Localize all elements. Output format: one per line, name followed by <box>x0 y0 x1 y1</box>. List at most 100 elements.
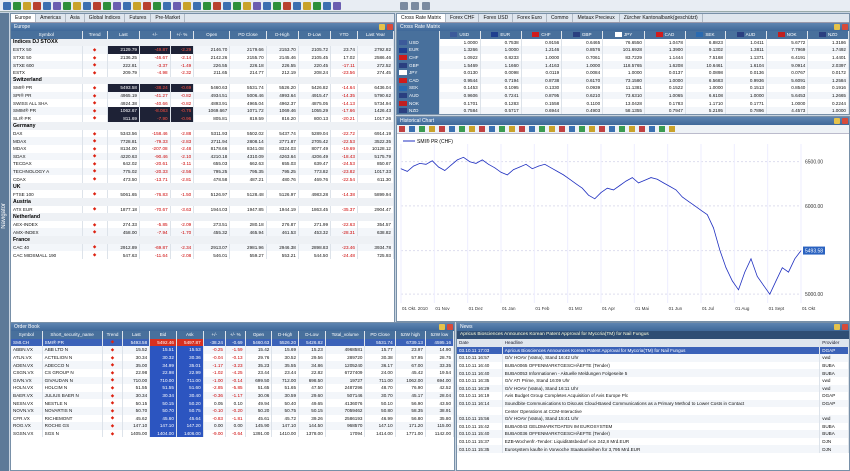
currency-header[interactable]: NZD <box>807 31 849 39</box>
column-header[interactable]: Bid <box>149 331 177 339</box>
column-header[interactable]: D-Low <box>298 31 332 39</box>
toolbar-button-icon[interactable] <box>283 2 291 10</box>
table-row[interactable]: SLI® PR ◆ 811.69 -7.90 -0.96 805.81 819.59 816.… <box>11 114 394 123</box>
chart-tool-icon[interactable] <box>669 126 675 132</box>
column-header[interactable]: PD Close <box>229 31 267 39</box>
tab-commo[interactable]: Commo <box>547 14 574 22</box>
column-header[interactable]: +/- % <box>225 331 246 339</box>
toolbar-button-icon[interactable] <box>123 2 131 10</box>
toolbar-button-icon[interactable] <box>203 2 211 10</box>
chart-tool-icon[interactable] <box>629 126 635 132</box>
news-row[interactable]: 03.10.11 16:19 Avis Budget Group Complete… <box>457 392 849 400</box>
chart-tool-icon[interactable] <box>459 126 465 132</box>
currency-header[interactable]: EUR <box>480 31 522 39</box>
news-row[interactable]: 03.10.11 16:14 Soundbite Communications t… <box>457 399 849 408</box>
column-header[interactable]: Trend <box>82 31 108 39</box>
news-row[interactable]: Center Operations at CCM-Interactive <box>457 407 849 415</box>
tab-forex-euro[interactable]: Forex Euro <box>513 14 547 22</box>
chart-tool-icon[interactable] <box>419 126 425 132</box>
table-row[interactable]: CDAX ◆ 473.50 -13.71 -2.81 478.58 487.21 480.76… <box>11 175 394 183</box>
search-icon[interactable] <box>400 2 408 10</box>
table-row[interactable]: CAC 40 ◆ 2912.89 -69.87 -2.34 2913.07 2981.96 2… <box>11 243 394 252</box>
minimize-icon[interactable] <box>834 24 840 30</box>
toolbar-button-icon[interactable] <box>233 2 241 10</box>
news-row[interactable]: 03.10.11 16:57 G/V HOAV (Vatna), Stand 16… <box>457 354 849 362</box>
column-header[interactable]: D-Low <box>298 331 326 339</box>
column-header[interactable]: +/- % <box>170 31 195 39</box>
order-row[interactable]: CSGN.VX CS GROUP N ◆ 22.98 22.98 22.99 -1.02 -4… <box>11 368 454 377</box>
currency-header[interactable]: CHF <box>521 31 563 39</box>
column-header[interactable]: Short_security_name <box>42 331 103 339</box>
table-row[interactable]: SMIM® PR ◆ 1062.67 -8.083 -0.76 1069.667 1071.… <box>11 106 394 115</box>
chart-tool-icon[interactable] <box>549 126 555 132</box>
chart-tool-icon[interactable] <box>609 126 615 132</box>
toolbar-button-icon[interactable] <box>43 2 51 10</box>
news-current-headline[interactable]: Apricus Biosciences Announces Korean Pat… <box>457 331 849 339</box>
column-header[interactable]: YTD <box>330 31 358 39</box>
tab-europe[interactable]: Europe <box>11 14 37 22</box>
chart-tool-icon[interactable] <box>569 126 575 132</box>
chart-tool-icon[interactable] <box>559 126 565 132</box>
matrix-row[interactable]: CHF 1.0922 0.8233 1.0000 0.7061 83.7229 1.1444… <box>397 53 849 62</box>
chart-tool-icon[interactable] <box>399 126 405 132</box>
news-row[interactable]: 03.10.11 16:40 BUBA0065 OFFENMARKTGESCHÄE… <box>457 361 849 370</box>
column-header[interactable]: Open <box>245 331 273 339</box>
toolbar-button-icon[interactable] <box>143 2 151 10</box>
table-row[interactable]: DAX ◆ 5343.56 -158.46 -2.88 5311.93 5502.02 543… <box>11 129 394 138</box>
minimize-icon[interactable] <box>439 324 445 330</box>
table-row[interactable]: SDAX ◆ 4220.63 -90.46 -2.10 4210.18 4310.09 426… <box>11 152 394 161</box>
toolbar-button-icon[interactable] <box>333 2 341 10</box>
matrix-row[interactable]: JPY 0.0130 0.0098 0.0119 0.0084 1.0000 0.0137 0… <box>397 68 849 77</box>
tab-z-rcher-kantonalbank-gesch-tzt-[interactable]: Zürcher Kantonalbank(geschützt) <box>620 14 703 22</box>
minimize-icon[interactable] <box>834 118 840 124</box>
chart-tool-icon[interactable] <box>659 126 665 132</box>
chart-tool-icon[interactable] <box>649 126 655 132</box>
table-row[interactable]: ESTX ◆ 209.79 -4.98 -2.32 211.65 214.77 212.19 2… <box>11 68 394 77</box>
news-row[interactable]: 03.10.11 17:03 Apricus Biosciences Announ… <box>457 346 849 355</box>
order-row[interactable]: ATLN.VX ACTELION N ◆ 30.34 30.32 30.36 -0.04 -0… <box>11 353 454 362</box>
table-row[interactable]: ESTX 50 ◆ 2129.79 -49.87 -2.29 2146.70 2179.66… <box>11 46 394 54</box>
chart-tool-icon[interactable] <box>519 126 525 132</box>
chart-tool-icon[interactable] <box>639 126 645 132</box>
table-row[interactable]: SMI® PR ◆ 5493.58 -38.24 -0.69 5460.63 5531.74… <box>11 84 394 92</box>
table-row[interactable]: MDAX ◆ 7728.81 -79.33 -2.83 2711.94 2808.14 277… <box>11 137 394 145</box>
toolbar-button-icon[interactable] <box>93 2 101 10</box>
tab-metaux-precieux[interactable]: Metaux Precieux <box>573 14 620 22</box>
toolbar-button-icon[interactable] <box>23 2 31 10</box>
table-row[interactable]: SWISS ALL SHA ◆ 4924.38 -40.66 -0.82 4893.91 4… <box>11 99 394 107</box>
column-header[interactable]: Symbol <box>11 331 43 339</box>
table-row[interactable]: FTSE 100 ◆ 5061.65 -76.83 -1.50 5126.97 5128.4… <box>11 190 394 199</box>
toolbar-button-icon[interactable] <box>193 2 201 10</box>
chart-tool-icon[interactable] <box>409 126 415 132</box>
column-header[interactable]: Ask <box>176 331 204 339</box>
toolbar-button-icon[interactable] <box>113 2 121 10</box>
column-header[interactable]: D-High <box>271 331 300 339</box>
toolbar-button-icon[interactable] <box>73 2 81 10</box>
table-row[interactable]: AEX-INDEX ◆ 274.33 -5.85 -2.09 273.51 280.18 27… <box>11 220 394 229</box>
toolbar-button-icon[interactable] <box>153 2 161 10</box>
chart-tool-icon[interactable] <box>469 126 475 132</box>
order-row[interactable]: NESN.VX NESTLE N ◆ 50.15 50.15 50.20 0.05 0.10 4… <box>11 399 454 407</box>
column-header[interactable]: 52W low <box>425 331 454 339</box>
news-row[interactable]: 03.10.11 15:42 BUBA0043 GELDMARKTDATEN IM… <box>457 422 849 431</box>
tab-global-indices[interactable]: Global Indices <box>85 14 126 22</box>
toolbar-button-icon[interactable] <box>3 2 11 10</box>
column-header[interactable]: Last <box>107 31 140 39</box>
line-chart[interactable]: 6500.00 6000.00 5493.58 5000.00 01 Okt. 2010… <box>397 134 849 321</box>
column-header[interactable]: D-High <box>266 31 299 39</box>
table-row[interactable]: TECDAX ◆ 642.02 -20.61 -3.11 655.03 662.63 655.… <box>11 160 394 168</box>
help-icon[interactable] <box>422 2 430 10</box>
column-header[interactable]: Last Year <box>357 31 394 39</box>
minimize-icon[interactable] <box>379 24 385 30</box>
toolbar-button-icon[interactable] <box>213 2 221 10</box>
matrix-row[interactable]: EUR 1.3266 1.0000 1.2146 0.8576 101.6928 1.390… <box>397 46 849 54</box>
toolbar-button-icon[interactable] <box>133 2 141 10</box>
toolbar-button-icon[interactable] <box>223 2 231 10</box>
chart-tool-icon[interactable] <box>509 126 515 132</box>
chart-tool-icon[interactable] <box>619 126 625 132</box>
news-row[interactable]: 03.10.11 16:40 BUBA0053 Informationen - A… <box>457 369 849 377</box>
toolbar-button-icon[interactable] <box>273 2 281 10</box>
column-header[interactable]: Last <box>122 331 151 339</box>
column-header[interactable]: Provider <box>819 339 849 347</box>
close-icon[interactable] <box>842 324 848 330</box>
